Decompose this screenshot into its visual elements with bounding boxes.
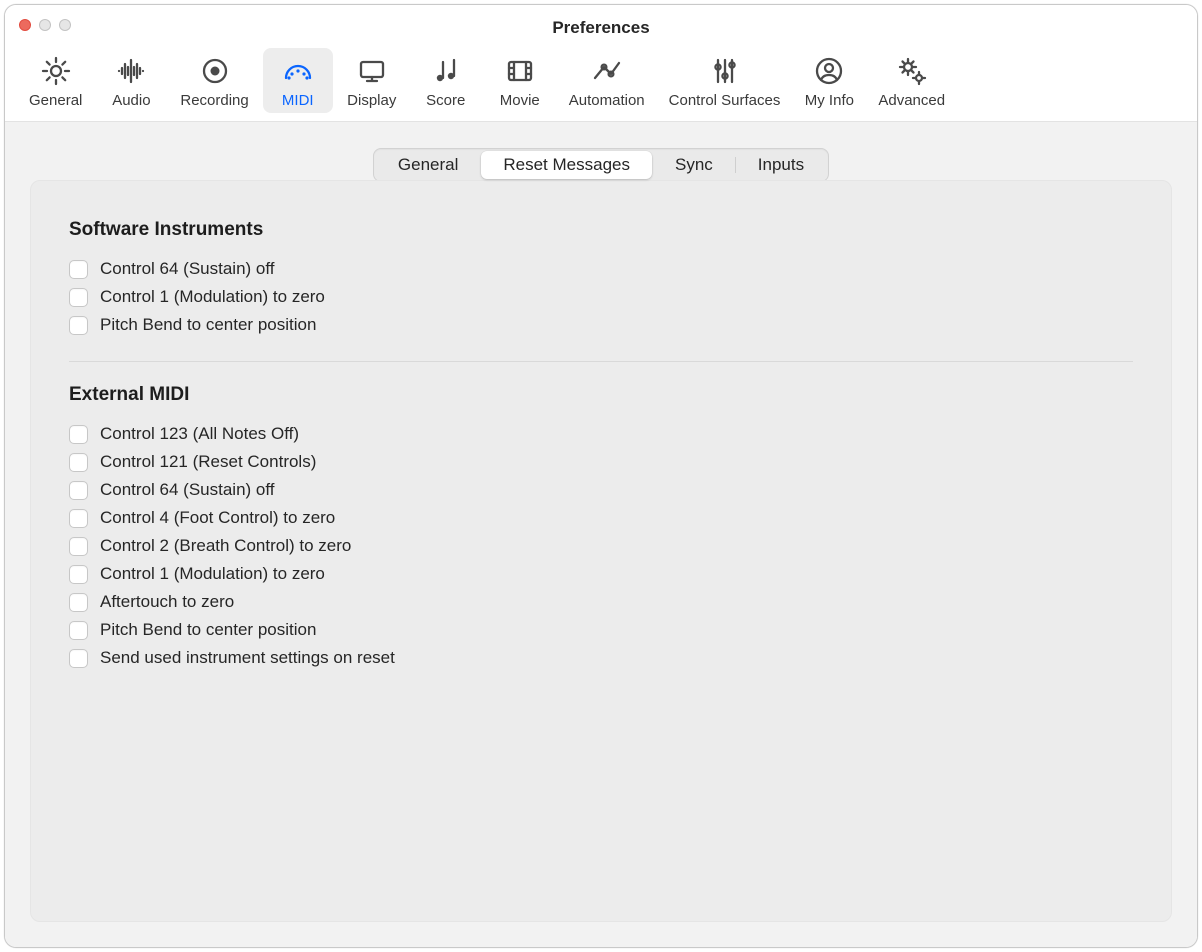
toolbar-automation[interactable]: Automation — [559, 48, 655, 113]
option-row: Control 1 (Modulation) to zero — [69, 283, 1133, 311]
subtab-general[interactable]: General — [376, 151, 480, 179]
subtab-inputs[interactable]: Inputs — [736, 151, 826, 179]
checkbox-sw-sustain-off[interactable] — [69, 260, 88, 279]
toolbar-label: Display — [347, 92, 396, 109]
option-label: Control 1 (Modulation) to zero — [100, 564, 325, 584]
option-row: Aftertouch to zero — [69, 588, 1133, 616]
option-row: Control 64 (Sustain) off — [69, 255, 1133, 283]
toolbar-label: Advanced — [878, 92, 945, 109]
gear-icon — [39, 54, 73, 88]
toolbar-midi[interactable]: MIDI — [263, 48, 333, 113]
toolbar-label: Control Surfaces — [669, 92, 781, 109]
person-circle-icon — [812, 54, 846, 88]
content-area: General Reset Messages Sync Inputs Softw… — [5, 122, 1197, 947]
sliders-icon — [708, 54, 742, 88]
toolbar-advanced[interactable]: Advanced — [868, 48, 955, 113]
option-row: Control 64 (Sustain) off — [69, 476, 1133, 504]
checkbox-ext-foot-control-zero[interactable] — [69, 509, 88, 528]
midi-subtabs: General Reset Messages Sync Inputs — [373, 148, 829, 182]
gears-icon — [895, 54, 929, 88]
section-divider — [69, 361, 1133, 362]
checkbox-sw-modulation-zero[interactable] — [69, 288, 88, 307]
toolbar-label: MIDI — [282, 92, 314, 109]
option-label: Control 64 (Sustain) off — [100, 480, 275, 500]
option-label: Control 123 (All Notes Off) — [100, 424, 299, 444]
zoom-button[interactable] — [59, 19, 71, 31]
titlebar: Preferences — [5, 5, 1197, 42]
option-row: Control 1 (Modulation) to zero — [69, 560, 1133, 588]
checkbox-ext-aftertouch-zero[interactable] — [69, 593, 88, 612]
checkbox-sw-pitch-bend-center[interactable] — [69, 316, 88, 335]
reset-messages-pane: Software Instruments Control 64 (Sustain… — [30, 180, 1172, 922]
toolbar-score[interactable]: Score — [411, 48, 481, 113]
option-label: Control 2 (Breath Control) to zero — [100, 536, 351, 556]
checkbox-ext-breath-control-zero[interactable] — [69, 537, 88, 556]
window-controls — [19, 19, 71, 31]
minimize-button[interactable] — [39, 19, 51, 31]
toolbar-label: Audio — [112, 92, 150, 109]
option-label: Aftertouch to zero — [100, 592, 234, 612]
option-row: Pitch Bend to center position — [69, 311, 1133, 339]
display-icon — [355, 54, 389, 88]
midi-icon — [281, 54, 315, 88]
option-row: Pitch Bend to center position — [69, 616, 1133, 644]
film-icon — [503, 54, 537, 88]
checkbox-ext-all-notes-off[interactable] — [69, 425, 88, 444]
subtab-reset-messages[interactable]: Reset Messages — [481, 151, 652, 179]
section-software-instruments-title: Software Instruments — [69, 219, 1133, 241]
option-row: Send used instrument settings on reset — [69, 644, 1133, 672]
toolbar-label: Automation — [569, 92, 645, 109]
option-label: Pitch Bend to center position — [100, 620, 316, 640]
toolbar-label: General — [29, 92, 82, 109]
toolbar-audio[interactable]: Audio — [96, 48, 166, 113]
preferences-window: Preferences General Audio Recording — [4, 4, 1198, 948]
checkbox-ext-reset-controls[interactable] — [69, 453, 88, 472]
toolbar-my-info[interactable]: My Info — [794, 48, 864, 113]
option-row: Control 4 (Foot Control) to zero — [69, 504, 1133, 532]
toolbar-label: Recording — [180, 92, 248, 109]
checkbox-ext-pitch-bend-center[interactable] — [69, 621, 88, 640]
option-row: Control 123 (All Notes Off) — [69, 420, 1133, 448]
option-label: Control 4 (Foot Control) to zero — [100, 508, 335, 528]
toolbar-label: My Info — [805, 92, 854, 109]
option-label: Control 64 (Sustain) off — [100, 259, 275, 279]
toolbar-general[interactable]: General — [19, 48, 92, 113]
option-label: Pitch Bend to center position — [100, 315, 316, 335]
music-notes-icon — [429, 54, 463, 88]
checkbox-ext-modulation-zero[interactable] — [69, 565, 88, 584]
checkbox-ext-sustain-off[interactable] — [69, 481, 88, 500]
option-label: Control 121 (Reset Controls) — [100, 452, 316, 472]
subtab-sync[interactable]: Sync — [653, 151, 735, 179]
preferences-toolbar: General Audio Recording — [5, 42, 1197, 122]
option-label: Send used instrument settings on reset — [100, 648, 395, 668]
close-button[interactable] — [19, 19, 31, 31]
toolbar-movie[interactable]: Movie — [485, 48, 555, 113]
toolbar-recording[interactable]: Recording — [170, 48, 258, 113]
toolbar-control-surfaces[interactable]: Control Surfaces — [659, 48, 791, 113]
section-external-midi-title: External MIDI — [69, 384, 1133, 406]
record-icon — [198, 54, 232, 88]
option-label: Control 1 (Modulation) to zero — [100, 287, 325, 307]
window-title: Preferences — [552, 10, 649, 38]
toolbar-label: Score — [426, 92, 465, 109]
option-row: Control 2 (Breath Control) to zero — [69, 532, 1133, 560]
automation-icon — [590, 54, 624, 88]
option-row: Control 121 (Reset Controls) — [69, 448, 1133, 476]
toolbar-display[interactable]: Display — [337, 48, 407, 113]
waveform-icon — [114, 54, 148, 88]
toolbar-label: Movie — [500, 92, 540, 109]
checkbox-ext-send-instrument-settings[interactable] — [69, 649, 88, 668]
